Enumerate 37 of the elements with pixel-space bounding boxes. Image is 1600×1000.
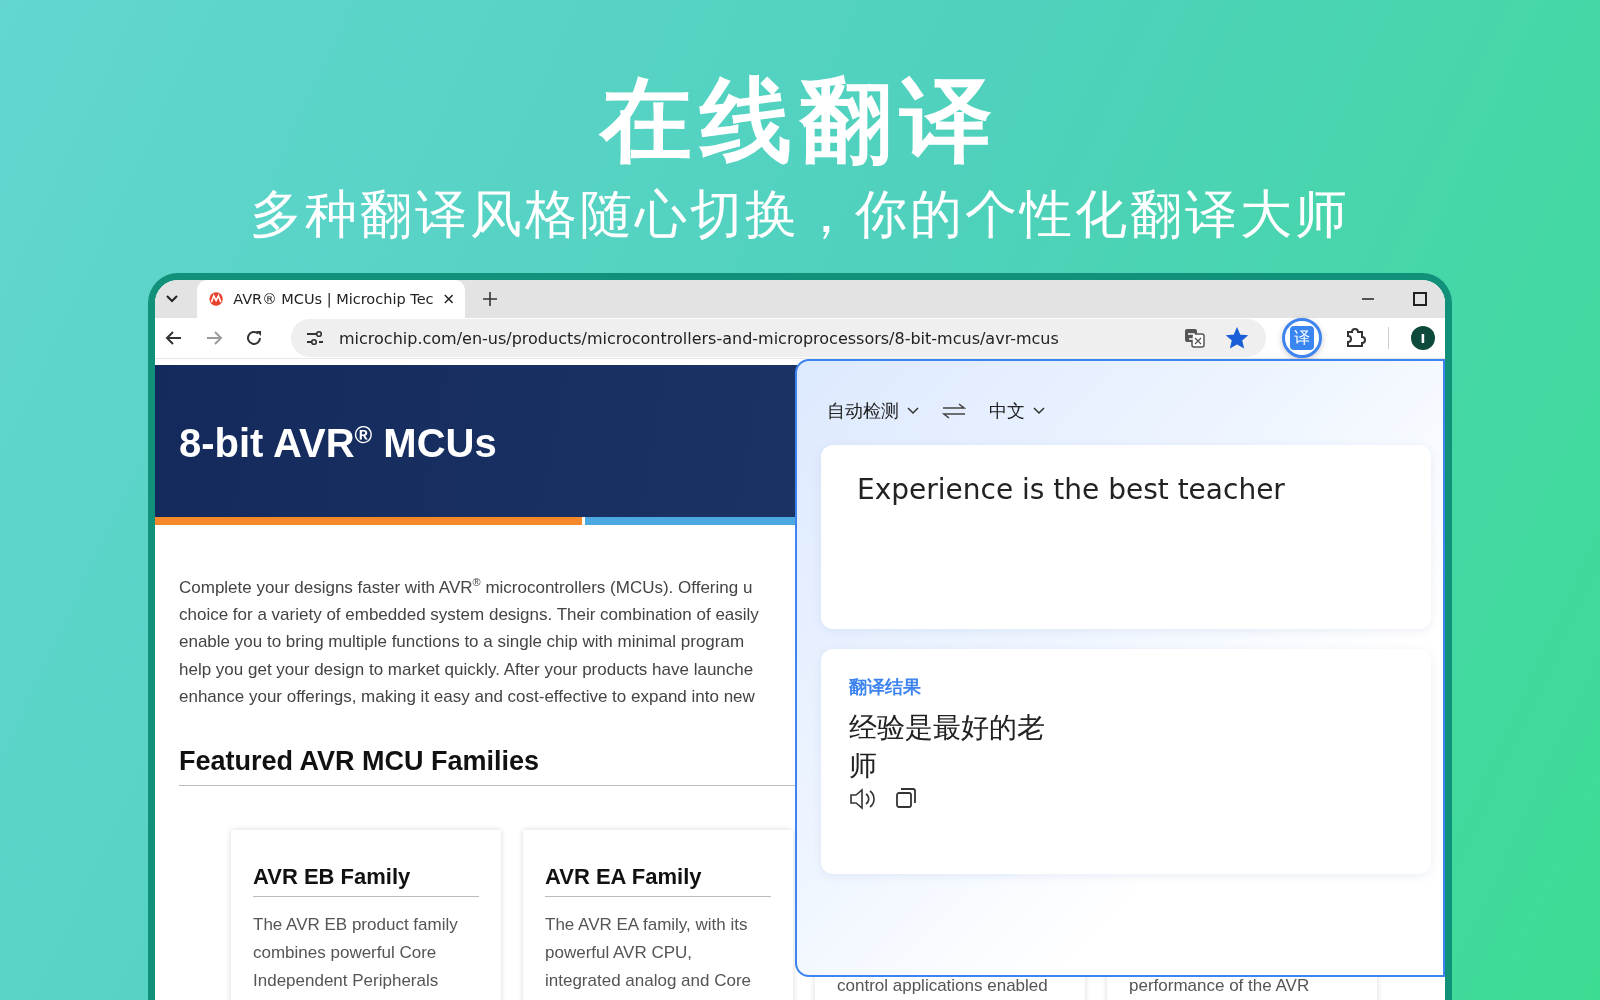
headline: 在线翻译 (600, 70, 1000, 172)
hero-title: 8-bit AVR$^{®}$ MCUs (179, 421, 497, 467)
card-description: The AVR EA family, with its powerful AVR CPU, integrated analog and Core (545, 914, 753, 993)
chevron-down-icon (907, 407, 919, 415)
address-bar[interactable]: microchip.com/en-us/products/microcontrollers-and-microprocessors/8-bit-mcus/avr-mcus (291, 319, 1266, 357)
profile-avatar[interactable]: I (1411, 326, 1435, 350)
url-text: microchip.com/en-us/products/microcontrollers-and-microprocessors/8-bit-mcus/avr-mcus (339, 328, 1059, 348)
speaker-icon[interactable] (849, 787, 877, 811)
intro-paragraph: Complete your designs faster with AVR$^{®}$ microcontrollers (MCUs). Offering u choice for a variety of embedded system designs. Their combination of easily enable you to bring multiple functions to a single chip with minimal program help you get your design to market quickly. After your products have launche enhance your offerings, making it easy and cost-effective to expand into new (179, 575, 760, 708)
swap-languages-icon[interactable] (941, 402, 967, 420)
translate-page-icon[interactable] (1184, 328, 1206, 348)
tab-title: AVR® MCUs | Microchip Tec (233, 291, 434, 307)
maximize-icon[interactable] (1413, 292, 1427, 306)
card-title: AVR EA Family (545, 864, 771, 898)
card-description: performance of the AVR (1129, 975, 1311, 998)
source-language-dropdown[interactable]: 自动检测 (827, 399, 919, 423)
browser-tab[interactable]: AVR® MCUs | Microchip Tec (197, 280, 465, 318)
new-tab-icon[interactable] (483, 292, 497, 306)
subheadline: 多种翻译风格随心切换，你的个性化翻译大师 (250, 183, 1350, 246)
source-text-box[interactable]: Experience is the best teacher (821, 445, 1431, 629)
puzzle-piece-icon[interactable] (1344, 327, 1366, 349)
copy-icon[interactable] (895, 787, 917, 809)
reload-icon[interactable] (245, 329, 263, 347)
card-title: AVR EB Family (253, 864, 479, 898)
tab-list-chevron-icon[interactable] (165, 294, 179, 304)
chevron-down-icon (1033, 407, 1045, 415)
favicon-icon (209, 290, 224, 308)
target-language-dropdown[interactable]: 中文 (989, 399, 1045, 423)
translator-extension-button[interactable]: 译 (1282, 318, 1322, 358)
back-arrow-icon[interactable] (165, 329, 183, 347)
card-description: control applications enabled (837, 975, 1049, 998)
bookmark-star-icon[interactable] (1226, 327, 1248, 349)
source-text: Experience is the best teacher (857, 473, 1286, 506)
close-icon[interactable] (443, 293, 453, 305)
card-description: The AVR EB product family combines powerful Core Independent Peripherals (253, 914, 459, 993)
site-settings-icon[interactable] (305, 330, 325, 346)
result-label: 翻译结果 (849, 675, 922, 699)
